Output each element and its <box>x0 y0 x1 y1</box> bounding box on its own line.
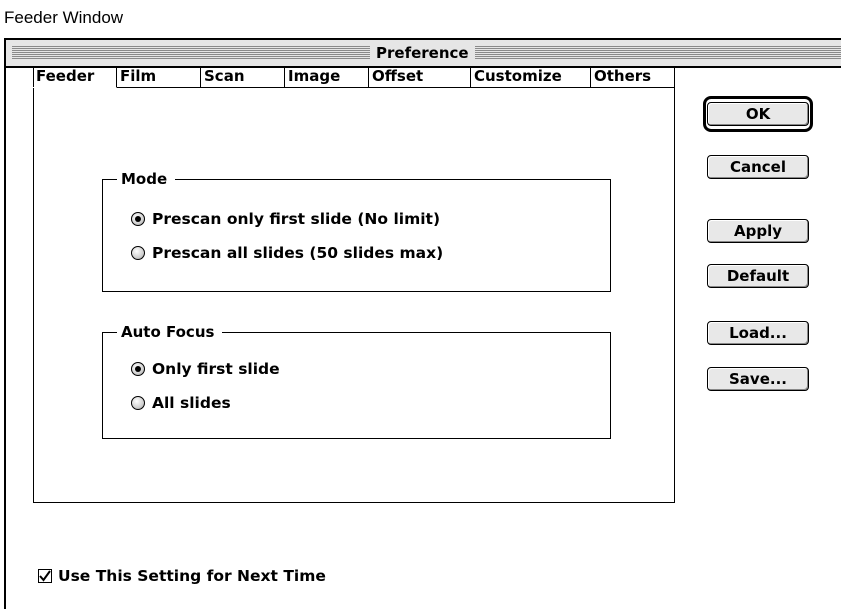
auto-focus-group-label: Auto Focus <box>117 322 223 342</box>
mode-group: Mode Prescan only first slide (No limit)… <box>102 169 611 292</box>
mode-option-first-slide[interactable]: Prescan only first slide (No limit) <box>131 209 440 229</box>
tab-feeder[interactable]: Feeder <box>33 66 117 88</box>
load-button[interactable]: Load... <box>707 321 809 345</box>
apply-button[interactable]: Apply <box>707 219 809 243</box>
cancel-button[interactable]: Cancel <box>707 155 809 179</box>
window-title: Preference <box>370 43 475 63</box>
tab-bar: Feeder Film Scan Image Offset Customize … <box>33 66 675 88</box>
auto-focus-option-first-slide[interactable]: Only first slide <box>131 359 280 379</box>
tab-offset[interactable]: Offset <box>369 66 471 88</box>
save-button[interactable]: Save... <box>707 367 809 391</box>
radio-label: All slides <box>152 394 231 412</box>
radio-label: Prescan only first slide (No limit) <box>152 210 441 228</box>
radio-button[interactable] <box>131 246 145 260</box>
radio-label: Only first slide <box>152 360 280 378</box>
checkmark-icon <box>39 570 51 582</box>
use-setting-checkbox-row[interactable]: Use This Setting for Next Time <box>38 566 326 586</box>
radio-button-selected[interactable] <box>131 362 145 376</box>
default-button[interactable]: Default <box>707 264 809 288</box>
checkbox[interactable] <box>38 569 52 583</box>
mode-option-all-slides[interactable]: Prescan all slides (50 slides max) <box>131 243 443 263</box>
ok-button[interactable]: OK <box>707 102 809 126</box>
caption: Feeder Window <box>4 8 124 27</box>
tab-film[interactable]: Film <box>117 66 201 88</box>
radio-button[interactable] <box>131 396 145 410</box>
tab-others[interactable]: Others <box>591 66 675 88</box>
use-setting-label: Use This Setting for Next Time <box>58 567 326 585</box>
tab-image[interactable]: Image <box>285 66 369 88</box>
radio-label: Prescan all slides (50 slides max) <box>152 244 444 262</box>
title-bar[interactable]: Preference <box>6 40 841 68</box>
auto-focus-option-all-slides[interactable]: All slides <box>131 393 231 413</box>
radio-button-selected[interactable] <box>131 212 145 226</box>
tab-customize[interactable]: Customize <box>471 66 591 88</box>
mode-group-label: Mode <box>117 169 176 189</box>
auto-focus-group: Auto Focus Only first slide All slides <box>102 322 611 439</box>
tab-scan[interactable]: Scan <box>201 66 285 88</box>
